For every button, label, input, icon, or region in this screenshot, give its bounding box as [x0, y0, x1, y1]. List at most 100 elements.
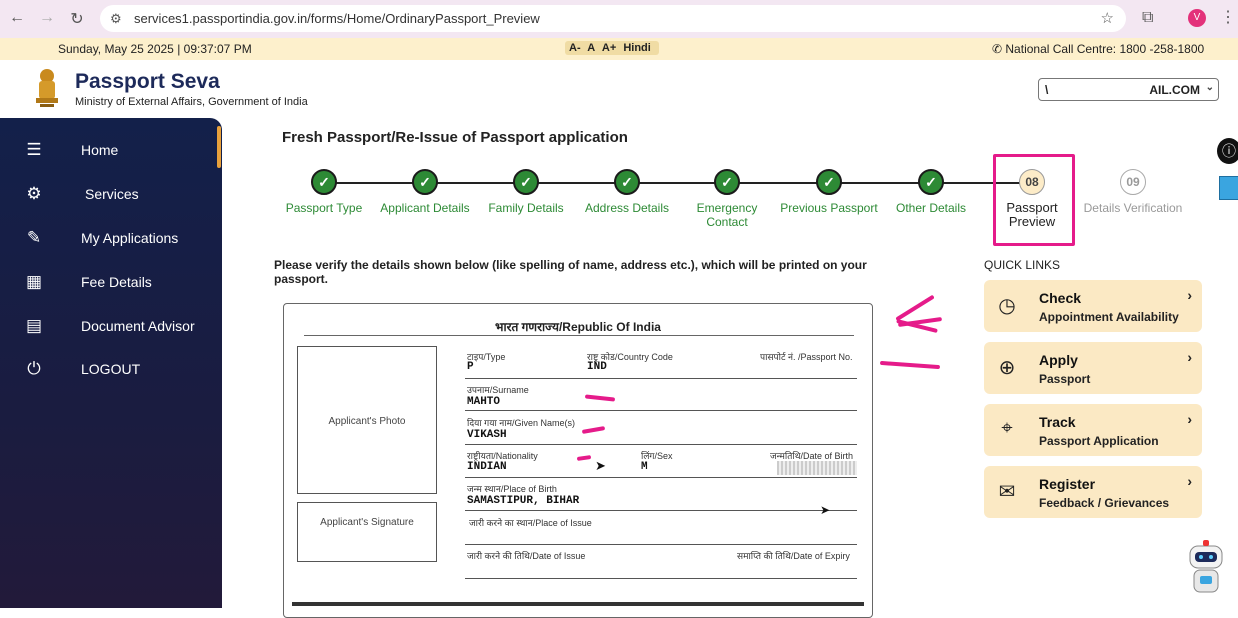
- step-label: Details Verification: [1083, 201, 1183, 215]
- step-number: 09: [1120, 169, 1146, 195]
- step-label: Previous Passport: [780, 201, 878, 215]
- quick-link-apply[interactable]: ⊕ Apply Passport ›: [984, 342, 1202, 394]
- step-family-details[interactable]: ✓ Family Details: [476, 169, 576, 215]
- sidebar-item-services[interactable]: ⚙ Services: [0, 173, 222, 213]
- phone-icon: ✆: [992, 42, 1006, 56]
- quick-link-subtitle: Appointment Availability: [1039, 310, 1179, 324]
- sidebar-item-document-advisor[interactable]: ▤ Document Advisor: [0, 305, 222, 345]
- step-passport-type[interactable]: ✓ Passport Type: [274, 169, 374, 215]
- field-rule: [465, 578, 857, 579]
- sidebar-item-label: Home: [81, 142, 119, 158]
- passport-no-label: पासपोर्ट नं. /Passport No.: [760, 352, 853, 362]
- annotation-highlight-box: [993, 154, 1075, 246]
- quick-link-subtitle: Feedback / Grievances: [1039, 496, 1170, 510]
- step-label: Family Details: [488, 201, 564, 215]
- sidebar-item-home[interactable]: ☰ Home: [0, 129, 222, 169]
- signature-label: Applicant's Signature: [320, 517, 414, 528]
- step-applicant-details[interactable]: ✓ Applicant Details: [375, 169, 475, 215]
- site-settings-icon[interactable]: ⚙: [110, 11, 130, 27]
- check-icon: ✓: [513, 169, 539, 195]
- font-normal-button[interactable]: A: [587, 42, 595, 54]
- quick-link-title: Register: [1039, 476, 1096, 492]
- forward-arrow-icon[interactable]: →: [32, 9, 62, 27]
- applicant-photo-box: Applicant's Photo: [297, 346, 437, 494]
- quick-link-track[interactable]: ⌖ Track Passport Application ›: [984, 404, 1202, 456]
- applicant-signature-box: Applicant's Signature: [297, 502, 437, 562]
- surname-label: उपनाम/Surname: [467, 385, 529, 395]
- chatbot-icon[interactable]: [1182, 538, 1230, 600]
- field-rule: [465, 444, 857, 445]
- call-centre: ✆ National Call Centre: 1800 -258-1800: [992, 42, 1204, 56]
- sidebar-item-label: Document Advisor: [81, 318, 195, 334]
- place-of-birth-label: जन्म स्थान/Place of Birth: [467, 484, 557, 494]
- font-increase-button[interactable]: A+: [602, 42, 616, 54]
- check-icon: ✓: [816, 169, 842, 195]
- chevron-right-icon: ›: [1187, 287, 1192, 303]
- bookmark-star-icon[interactable]: ☆: [1101, 9, 1114, 27]
- quick-link-subtitle: Passport: [1039, 372, 1091, 386]
- main-content: Fresh Passport/Re-Issue of Passport appl…: [222, 118, 1238, 618]
- site-header: Passport Seva Ministry of External Affai…: [0, 60, 1238, 118]
- browser-menu-icon[interactable]: ⋮: [1220, 7, 1236, 27]
- language-toggle[interactable]: Hindi: [623, 42, 651, 54]
- url-text: services1.passportindia.gov.in/forms/Hom…: [134, 11, 540, 26]
- quick-link-subtitle: Passport Application: [1039, 434, 1159, 448]
- reload-icon[interactable]: ↻: [62, 9, 92, 29]
- logout-icon: ⏻: [27, 359, 41, 378]
- page-title: Fresh Passport/Re-Issue of Passport appl…: [282, 129, 628, 146]
- side-tab-button[interactable]: [1219, 176, 1238, 200]
- profile-avatar[interactable]: V: [1188, 9, 1206, 27]
- field-rule: [465, 510, 857, 511]
- brand-title[interactable]: Passport Seva: [75, 70, 220, 94]
- step-label: Applicant Details: [380, 201, 470, 215]
- divider: [304, 335, 854, 336]
- sidebar-item-my-applications[interactable]: ✎ My Applications: [0, 217, 222, 257]
- national-emblem-icon: [36, 69, 58, 107]
- extensions-icon[interactable]: ⧉: [1142, 9, 1153, 27]
- step-other-details[interactable]: ✓ Other Details: [881, 169, 981, 215]
- sidebar-item-logout[interactable]: ⏻ LOGOUT: [0, 348, 222, 388]
- step-label: Address Details: [584, 201, 670, 215]
- quick-link-title: Apply: [1039, 352, 1078, 368]
- step-details-verification[interactable]: 09 Details Verification: [1083, 169, 1183, 215]
- date-of-expiry-label: समाप्ति की तिथि/Date of Expiry: [737, 551, 850, 561]
- field-rule: [465, 378, 857, 379]
- browser-toolbar: ← → ↻ ⚙ services1.passportindia.gov.in/f…: [0, 0, 1238, 38]
- place-of-birth-value: SAMASTIPUR, BIHAR: [467, 495, 580, 507]
- font-decrease-button[interactable]: A-: [569, 42, 581, 54]
- quick-link-register[interactable]: ✉ Register Feedback / Grievances ›: [984, 466, 1202, 518]
- sidebar: ☰ Home ⚙ Services ✎ My Applications ▦ Fe…: [0, 118, 222, 608]
- surname-value: MAHTO: [467, 396, 501, 408]
- utility-bar: Sunday, May 25 2025 | 09:37:07 PM A- A A…: [0, 38, 1238, 60]
- datetime-text: Sunday, May 25 2025 | 09:37:07 PM: [58, 42, 252, 56]
- accessibility-icon[interactable]: ⓘ: [1217, 138, 1238, 164]
- sidebar-item-fee-details[interactable]: ▦ Fee Details: [0, 261, 222, 301]
- given-name-value: VIKASH: [467, 429, 507, 441]
- user-email-end: AIL.COM: [1149, 83, 1200, 97]
- field-rule: [465, 477, 857, 478]
- step-label: Emergency Contact: [696, 201, 758, 229]
- verify-instructions: Please verify the details shown below (l…: [274, 258, 867, 286]
- globe-passport-icon: ⊕: [998, 357, 1016, 379]
- sidebar-item-label: Fee Details: [81, 274, 152, 290]
- user-account-dropdown[interactable]: \ AIL.COM ⌄: [1038, 78, 1219, 101]
- quick-link-title: Track: [1039, 414, 1076, 430]
- step-previous-passport[interactable]: ✓ Previous Passport: [779, 169, 879, 215]
- step-emergency-contact[interactable]: ✓ Emergency Contact: [677, 169, 777, 229]
- card-bottom-rule: [292, 602, 864, 606]
- address-bar[interactable]: ⚙ services1.passportindia.gov.in/forms/H…: [100, 5, 1126, 32]
- field-rule: [465, 410, 857, 411]
- sidebar-item-label: Services: [85, 186, 139, 202]
- field-rule: [465, 544, 857, 545]
- step-address-details[interactable]: ✓ Address Details: [577, 169, 677, 215]
- chevron-down-icon: ⌄: [1205, 82, 1214, 93]
- ministry-subtitle: Ministry of External Affairs, Government…: [75, 96, 308, 108]
- chevron-right-icon: ›: [1187, 349, 1192, 365]
- feedback-icon: ✉: [998, 481, 1016, 503]
- sex-value: M: [641, 461, 648, 473]
- quick-link-check[interactable]: ◷ Check Appointment Availability ›: [984, 280, 1202, 332]
- back-arrow-icon[interactable]: ←: [2, 9, 32, 27]
- given-name-label: दिया गया नाम/Given Name(s): [467, 418, 576, 428]
- user-email-start: \: [1045, 83, 1049, 97]
- republic-heading: भारत गणराज्य/Republic Of India: [495, 320, 661, 334]
